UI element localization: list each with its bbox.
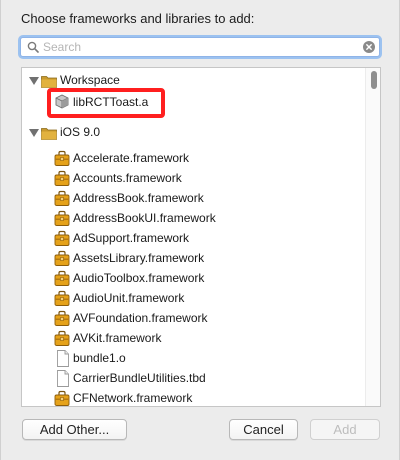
list-item[interactable]: AVKit.framework [22, 329, 366, 349]
list-item[interactable]: CFNetwork.framework [22, 389, 366, 406]
search-icon [27, 41, 39, 53]
list-item[interactable]: AVFoundation.framework [22, 309, 366, 329]
framework-icon [54, 330, 70, 346]
list-item-label: AVFoundation.framework [73, 311, 208, 325]
list-item-label: AddressBookUI.framework [73, 211, 216, 225]
dialog-prompt: Choose frameworks and libraries to add: [21, 11, 255, 26]
list-item[interactable]: Accounts.framework [22, 169, 366, 189]
framework-icon [54, 170, 70, 186]
list-item[interactable]: bundle1.o [22, 349, 366, 369]
list-item-label: Accelerate.framework [73, 151, 190, 165]
framework-list[interactable]: Workspace libRCTToast.a iOS 9.0 Accelera… [21, 67, 381, 407]
add-other-button[interactable]: Add Other... [22, 419, 127, 440]
list-item[interactable]: AddressBookUI.framework [22, 209, 366, 229]
list-item[interactable]: Accelerate.framework [22, 149, 366, 169]
add-button[interactable]: Add [310, 419, 380, 440]
cancel-button[interactable]: Cancel [229, 419, 298, 440]
list-item[interactable]: AudioUnit.framework [22, 289, 366, 309]
list-item[interactable]: libRCTToast.a [22, 92, 366, 112]
scrollbar-thumb[interactable] [371, 71, 377, 89]
list-item-label: AssetsLibrary.framework [73, 251, 205, 265]
list-item-label: AddressBook.framework [73, 191, 204, 205]
list-item-label: AudioToolbox.framework [73, 271, 205, 285]
tree-group-workspace[interactable]: Workspace [22, 71, 366, 91]
list-item-label: AdSupport.framework [73, 231, 190, 245]
folder-icon [41, 76, 57, 88]
framework-icon [54, 150, 70, 166]
list-item-label: CarrierBundleUtilities.tbd [73, 371, 206, 385]
list-item-label: bundle1.o [73, 351, 126, 365]
document-icon [57, 350, 69, 367]
list-item[interactable]: AdSupport.framework [22, 229, 366, 249]
tree-group-label: Workspace [60, 73, 120, 87]
list-item-label: libRCTToast.a [73, 95, 149, 109]
disclosure-triangle-icon[interactable] [29, 77, 39, 85]
list-item-label: CFNetwork.framework [73, 391, 193, 405]
list-item[interactable]: CarrierBundleUtilities.tbd [22, 369, 366, 389]
framework-icon [54, 230, 70, 246]
framework-icon [54, 390, 70, 406]
list-item[interactable]: AudioToolbox.framework [22, 269, 366, 289]
add-frameworks-dialog: Choose frameworks and libraries to add: … [0, 0, 400, 460]
list-item[interactable]: AssetsLibrary.framework [22, 249, 366, 269]
search-field[interactable] [20, 37, 380, 57]
document-icon [57, 370, 69, 387]
static-library-icon [55, 94, 69, 109]
framework-icon [54, 190, 70, 206]
folder-icon [41, 128, 57, 140]
framework-icon [54, 210, 70, 226]
list-item-label: AudioUnit.framework [73, 291, 185, 305]
framework-icon [54, 250, 70, 266]
framework-icon [54, 290, 70, 306]
list-item[interactable]: AddressBook.framework [22, 189, 366, 209]
tree-group-label: iOS 9.0 [60, 125, 101, 139]
framework-icon [54, 270, 70, 286]
vertical-scrollbar[interactable] [365, 68, 380, 406]
search-input[interactable] [43, 38, 353, 56]
framework-icon [54, 310, 70, 326]
disclosure-triangle-icon[interactable] [29, 129, 39, 137]
list-item-label: Accounts.framework [73, 171, 182, 185]
list-item-label: AVKit.framework [73, 331, 162, 345]
clear-search-icon[interactable] [363, 41, 375, 53]
tree-group-ios[interactable]: iOS 9.0 [22, 123, 366, 143]
